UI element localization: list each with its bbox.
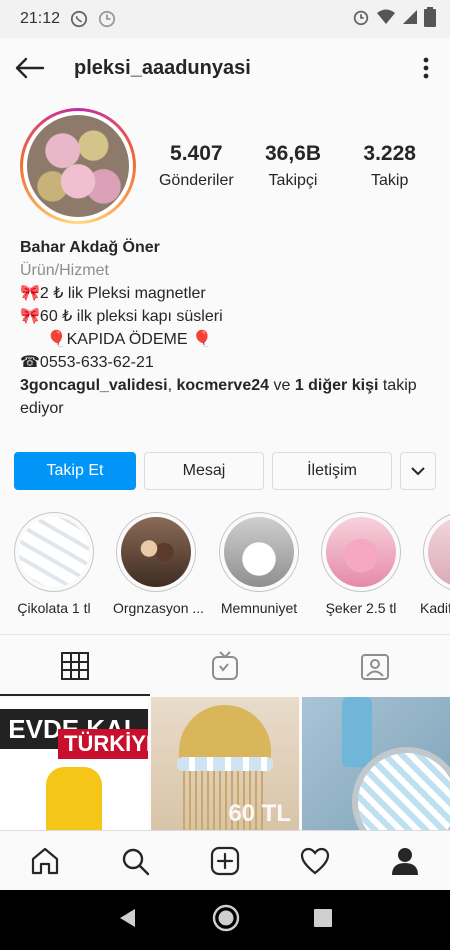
highlight-item[interactable]: Kadif	[420, 512, 450, 616]
status-time: 21:12	[20, 10, 61, 27]
search-icon	[122, 848, 150, 875]
highlight-cover	[428, 517, 450, 587]
highlight-cover	[19, 517, 89, 587]
nav-create[interactable]	[180, 831, 270, 890]
nav-activity[interactable]	[270, 831, 360, 890]
bio-line: 🎀2 ₺ lik Pleksi magnetler	[20, 285, 206, 302]
followed-by-user: kocmerve24	[176, 377, 270, 394]
alarm-icon	[352, 8, 370, 31]
heart-icon	[300, 847, 330, 874]
highlight-label: Orgnzasyon ...	[113, 600, 205, 616]
stat-label: Takip	[371, 172, 409, 189]
followed-by-tail: ediyor	[20, 400, 64, 417]
highlight-label: Memnuniyet	[220, 600, 298, 616]
signal-icon	[402, 9, 418, 30]
stat-following[interactable]: 3.228 Takip	[341, 142, 438, 190]
circle-home-icon	[212, 904, 240, 931]
nav-search[interactable]	[90, 831, 180, 890]
system-recents-button[interactable]	[313, 908, 333, 933]
nav-profile[interactable]	[360, 831, 450, 890]
nav-home[interactable]	[0, 831, 90, 890]
system-back-button[interactable]	[117, 907, 139, 934]
stat-value: 36,6B	[264, 142, 322, 165]
highlight-cover	[224, 517, 294, 587]
stat-label: Takipçi	[268, 172, 318, 189]
stat-followers[interactable]: 36,6B Takipçi	[245, 142, 342, 190]
system-navigation-bar	[0, 890, 450, 950]
highlight-label: Kadif	[420, 600, 450, 616]
followed-by-user: 3goncagul_validesi	[20, 377, 168, 394]
battery-icon	[424, 6, 436, 32]
post-text: 60 TL	[228, 800, 291, 827]
highlight-item[interactable]: Çikolata 1 tl	[11, 512, 97, 616]
stat-posts[interactable]: 5.407 Gönderiler	[148, 142, 245, 190]
stat-value: 3.228	[363, 142, 416, 165]
status-bar: 21:12	[0, 0, 450, 38]
highlight-item[interactable]: Memnuniyet	[216, 512, 302, 616]
options-menu-button[interactable]	[414, 50, 438, 86]
contact-button[interactable]: İletişim	[272, 452, 392, 490]
stat-label: Gönderiler	[158, 172, 234, 189]
home-icon	[31, 847, 59, 874]
tagged-user-icon	[361, 653, 389, 680]
highlight-label: Şeker 2.5 tl	[325, 600, 397, 616]
post-text: TÜRKİYE!	[58, 729, 148, 759]
triangle-back-icon	[119, 908, 135, 927]
bottom-navigation	[0, 830, 450, 890]
chevron-down-icon	[411, 467, 425, 476]
clock-icon	[98, 10, 116, 28]
followed-by[interactable]: 3goncagul_validesi, kocmerve24 ve 1 diğe…	[20, 374, 430, 397]
avatar-image	[27, 115, 129, 217]
message-button[interactable]: Mesaj	[144, 452, 264, 490]
bio-line: 🎈KAPIDA ÖDEME 🎈	[20, 331, 212, 348]
highlight-cover	[121, 517, 191, 587]
igtv-icon	[212, 650, 238, 680]
profile-icon	[392, 847, 418, 875]
tab-tagged[interactable]	[300, 635, 450, 696]
post-thumbnail[interactable]	[302, 697, 450, 830]
more-vertical-icon	[423, 57, 429, 79]
profile-category: Ürün/Hizmet	[20, 262, 109, 279]
profile-username: pleksi_aaadunyasi	[74, 56, 251, 79]
tab-grid[interactable]	[0, 635, 150, 696]
highlight-item[interactable]: Orgnzasyon ...	[113, 512, 205, 616]
plus-square-icon	[210, 846, 240, 875]
system-home-button[interactable]	[212, 904, 240, 937]
profile-stats: 5.407 Gönderiler 36,6B Takipçi 3.228 Tak…	[148, 142, 438, 190]
back-button[interactable]	[12, 50, 48, 86]
suggested-accounts-button[interactable]	[400, 452, 436, 490]
bio-phone[interactable]: ☎0553-633-62-21	[20, 351, 430, 374]
follow-button[interactable]: Takip Et	[14, 452, 136, 490]
wifi-icon	[376, 8, 396, 31]
profile-actions: Takip Et Mesaj İletişim	[14, 452, 436, 490]
highlight-cover	[326, 517, 396, 587]
whatsapp-icon	[70, 10, 88, 28]
highlight-label: Çikolata 1 tl	[17, 600, 91, 616]
grid-icon	[61, 651, 89, 680]
profile-avatar[interactable]	[20, 108, 136, 224]
tab-igtv[interactable]	[150, 635, 300, 696]
post-thumbnail[interactable]: EVDE KAL TÜRKİYE!	[0, 697, 148, 830]
profile-name: Bahar Akdağ Öner	[20, 239, 160, 256]
posts-grid: EVDE KAL TÜRKİYE! 60 TL	[0, 697, 450, 830]
profile-tabs	[0, 634, 450, 696]
highlight-item[interactable]: Şeker 2.5 tl	[318, 512, 404, 616]
story-highlights: Çikolata 1 tl Orgnzasyon ... Memnuniyet …	[0, 512, 450, 622]
profile-bio: Bahar Akdağ Öner Ürün/Hizmet 🎀2 ₺ lik Pl…	[20, 236, 430, 420]
arrow-left-icon	[15, 57, 45, 79]
square-recents-icon	[314, 908, 333, 927]
bio-line: 🎀60 ₺ ilk pleksi kapı süsleri	[20, 308, 223, 325]
post-thumbnail[interactable]: 60 TL	[151, 697, 299, 830]
profile-header: pleksi_aaadunyasi	[0, 38, 450, 98]
followed-by-others: 1 diğer kişi	[294, 377, 379, 394]
hand-icon	[46, 767, 102, 830]
stat-value: 5.407	[170, 142, 223, 165]
